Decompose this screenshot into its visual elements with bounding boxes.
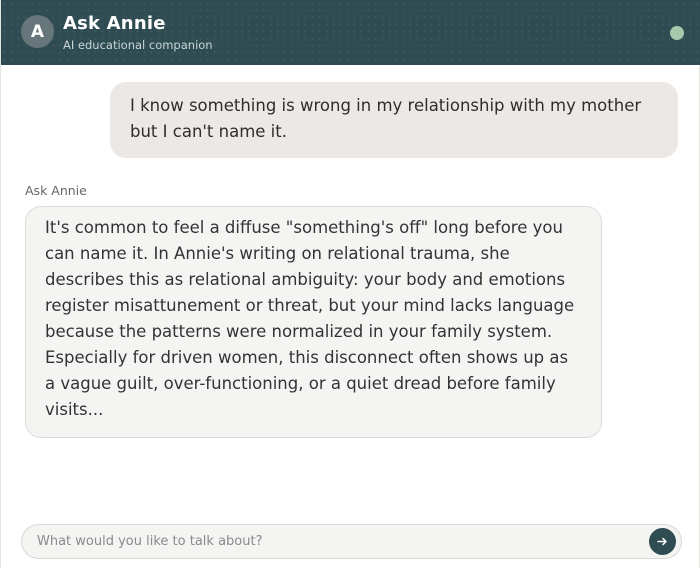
chat-header: A Ask Annie AI educational companion <box>1 0 700 65</box>
app-title: Ask Annie <box>63 13 166 34</box>
send-button[interactable] <box>649 528 676 555</box>
app-subtitle: AI educational companion <box>63 38 213 52</box>
chat-app: A Ask Annie AI educational companion I k… <box>0 0 700 568</box>
arrow-right-icon <box>657 537 667 546</box>
message-input[interactable] <box>37 525 637 558</box>
assistant-message: It's common to feel a diffuse "something… <box>25 206 602 438</box>
assistant-name-label: Ask Annie <box>25 183 87 198</box>
user-message: I know something is wrong in my relation… <box>110 82 678 158</box>
online-status-icon <box>670 26 684 40</box>
message-composer <box>21 524 682 559</box>
message-list: I know something is wrong in my relation… <box>1 65 700 515</box>
avatar: A <box>21 15 54 48</box>
